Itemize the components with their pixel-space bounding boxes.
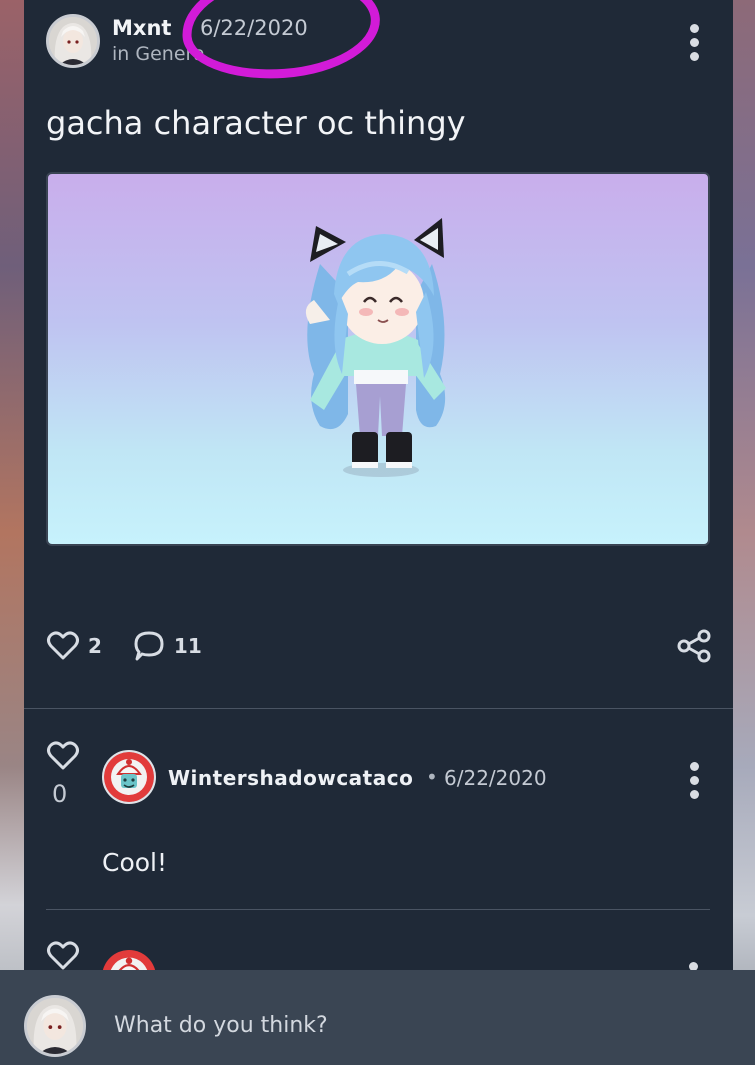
- post-more-options-icon[interactable]: [689, 24, 699, 61]
- post-card: Mxnt 6/22/2020 in Genera gacha character…: [24, 0, 733, 970]
- comment-text: Cool!: [102, 848, 168, 877]
- annotation-circle: [178, 0, 384, 85]
- next-comment-more-options-icon[interactable]: [689, 962, 699, 970]
- commenter-avatar[interactable]: [102, 750, 156, 804]
- post-image[interactable]: [46, 172, 710, 546]
- commenter-name[interactable]: Wintershadowcataco: [168, 766, 413, 790]
- comment-more-options-icon[interactable]: [689, 762, 699, 799]
- post-title: gacha character oc thingy: [46, 104, 466, 142]
- post-author-name[interactable]: Mxnt: [112, 16, 171, 40]
- comment-divider: [46, 909, 710, 910]
- reply-bar: [0, 970, 755, 1065]
- comment-count: 11: [173, 634, 202, 658]
- post-divider: [24, 708, 733, 709]
- background-right: [731, 0, 755, 1065]
- background-left: [0, 0, 26, 1065]
- next-comment-like-heart-icon[interactable]: [46, 940, 80, 970]
- reply-input[interactable]: [104, 1002, 664, 1048]
- share-icon[interactable]: [676, 628, 712, 664]
- comment-meta-separator: •: [426, 765, 438, 789]
- post-actions-bar: 2 11: [46, 626, 202, 666]
- current-user-avatar[interactable]: [24, 995, 86, 1057]
- comment-like-heart-icon[interactable]: [46, 740, 80, 772]
- gacha-character-illustration: [305, 218, 446, 477]
- next-commenter-avatar[interactable]: [102, 950, 156, 970]
- comment-bubble-icon[interactable]: [132, 629, 166, 663]
- comment-vote-count: 0: [52, 780, 68, 808]
- comment-date: 6/22/2020: [444, 766, 547, 790]
- like-count: 2: [88, 634, 102, 658]
- author-avatar[interactable]: [46, 14, 100, 68]
- like-heart-icon[interactable]: [46, 629, 80, 663]
